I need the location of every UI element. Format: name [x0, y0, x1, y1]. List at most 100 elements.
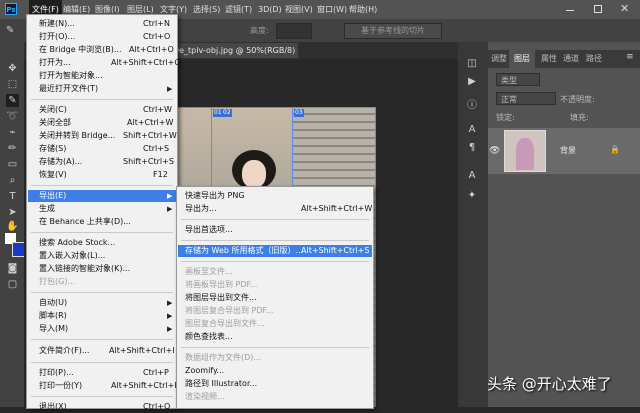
menu-item-color-lookup-tables[interactable]: 颜色查找表...: [185, 331, 233, 343]
slice-tool-icon[interactable]: ✎: [6, 25, 14, 36]
opacity-label: 不透明度:: [560, 95, 595, 104]
slices-from-guides-button[interactable]: 基于参考线的切片: [344, 23, 442, 39]
height-input[interactable]: [276, 23, 312, 39]
submenu-arrow-icon: ▶: [167, 192, 173, 200]
menu-item-export[interactable]: 导出(E): [28, 190, 176, 202]
shortcut: Ctrl+Q: [143, 402, 171, 411]
menu-item-recent-files[interactable]: 最近打开文件(T): [39, 83, 98, 95]
document-tab[interactable]: 0e_tplv-obj.jpg @ 50%(RGB/8) *: [170, 43, 298, 58]
tab-paths[interactable]: 路径: [586, 50, 602, 68]
menu-item-save-for-web[interactable]: 存储为 Web 所用格式（旧版）...: [185, 245, 304, 257]
lasso-tool-icon[interactable]: ➰: [6, 110, 19, 123]
menu-item-render-video: 渲染视频...: [185, 392, 225, 401]
tab-layers[interactable]: 图层: [509, 50, 535, 68]
menu-item-export-preferences[interactable]: 导出首选项...: [185, 224, 233, 236]
menu-item-close-all[interactable]: 关闭全部: [39, 117, 71, 129]
history-icon[interactable]: ◫: [466, 58, 478, 70]
minimize-icon[interactable]: [566, 10, 574, 11]
separator: [181, 347, 369, 348]
shortcut: Ctrl+O: [143, 32, 171, 41]
tab-adjustments[interactable]: 调整: [491, 50, 507, 68]
hand-tool-icon[interactable]: ✋: [6, 220, 19, 233]
slice-tool-icon[interactable]: ✎: [6, 94, 19, 107]
screen-mode-icon[interactable]: ▢: [6, 278, 19, 291]
paragraph-icon[interactable]: ¶: [466, 142, 478, 154]
eyedropper-tool-icon[interactable]: ⌁: [6, 126, 19, 139]
path-tool-icon[interactable]: ➤: [6, 206, 19, 219]
submenu-arrow-icon: ▶: [167, 205, 173, 213]
menu-item-new[interactable]: 新建(N)...: [39, 18, 75, 30]
menu-item-paths-to-illustrator[interactable]: 路径到 Illustrator...: [185, 378, 257, 390]
menu-item-browse-bridge[interactable]: 在 Bridge 中浏览(B)...: [39, 44, 122, 56]
play-icon[interactable]: ▶: [466, 76, 478, 88]
file-menu: 新建(N)... Ctrl+N 打开(O)... Ctrl+O 在 Bridge…: [26, 14, 181, 411]
slice-tag[interactable]: 02: [222, 109, 232, 117]
menu-item-close-to-bridge[interactable]: 关闭并转到 Bridge...: [39, 130, 115, 142]
menu-item-place-embedded[interactable]: 置入嵌入对象(L)...: [39, 250, 105, 262]
glyph-icon[interactable]: A: [466, 170, 478, 182]
menu-item-quick-export-png[interactable]: 快速导出为 PNG: [185, 190, 245, 202]
type-tool-icon[interactable]: T: [6, 190, 19, 203]
menu-item-print[interactable]: 打印(P)...: [39, 367, 74, 379]
maximize-icon[interactable]: [594, 5, 602, 13]
slice-line-3: [375, 107, 376, 407]
menu-item-save-as[interactable]: 存储为(A)...: [39, 156, 82, 168]
blend-mode-select[interactable]: 正常: [496, 92, 556, 105]
layer-name[interactable]: 背景: [560, 145, 576, 156]
menu-item-exit[interactable]: 退出(X): [39, 401, 67, 413]
menu-item-share-behance[interactable]: 在 Behance 上共享(D)...: [39, 216, 131, 228]
menu-window[interactable]: 窗口(W): [317, 0, 347, 19]
menu-3d[interactable]: 3D(D): [258, 0, 282, 19]
menu-item-scripts[interactable]: 脚本(R): [39, 310, 67, 322]
menu-view[interactable]: 视图(V): [285, 0, 313, 19]
menu-item-open-smart-object[interactable]: 打开为智能对象...: [39, 70, 103, 82]
move-tool-icon[interactable]: ✥: [6, 62, 19, 75]
menu-item-revert[interactable]: 恢复(V): [39, 169, 67, 181]
menu-item-generate[interactable]: 生成: [39, 203, 55, 215]
slice-line-top: [176, 107, 376, 108]
close-icon[interactable]: ✕: [620, 2, 629, 15]
submenu-arrow-icon: ▶: [167, 312, 173, 320]
menu-item-save[interactable]: 存储(S): [39, 143, 66, 155]
quick-mask-icon[interactable]: ◙: [6, 262, 19, 275]
lock-icon: 🔒: [610, 145, 620, 154]
menu-item-zoomify[interactable]: Zoomify...: [185, 365, 224, 377]
menu-item-open-as[interactable]: 打开为...: [39, 57, 71, 69]
slice-tag[interactable]: 03: [294, 109, 304, 117]
menu-item-layers-to-files[interactable]: 将图层导出到文件...: [185, 292, 257, 304]
brush-tool-icon[interactable]: ✏: [6, 142, 19, 155]
menu-filter[interactable]: 滤镜(T): [225, 0, 252, 19]
character-icon[interactable]: A: [466, 124, 478, 136]
brush-settings-icon[interactable]: ✦: [466, 190, 478, 202]
eraser-tool-icon[interactable]: ▭: [6, 158, 19, 171]
menu-item-file-info[interactable]: 文件简介(F)...: [39, 345, 89, 357]
menu-item-place-linked[interactable]: 置入链接的智能对象(K)...: [39, 263, 130, 275]
menu-item-print-one-copy[interactable]: 打印一份(Y): [39, 380, 82, 392]
shortcut: Ctrl+P: [143, 368, 169, 377]
tab-properties[interactable]: 属性: [541, 50, 557, 68]
panel-menu-icon[interactable]: ≡: [626, 52, 634, 62]
shortcut: Alt+Shift+Ctrl+W: [301, 204, 373, 213]
shortcut: Shift+Ctrl+S: [123, 157, 174, 166]
menu-item-automate[interactable]: 自动(U): [39, 297, 67, 309]
panel-icon-strip: [458, 42, 488, 407]
separator: [31, 99, 173, 100]
watermark-text: 头条 @开心太难了: [487, 375, 612, 393]
menu-item-close[interactable]: 关闭(C): [39, 104, 67, 116]
zoom-tool-icon[interactable]: ⌕: [6, 174, 19, 187]
layer-filter-kind[interactable]: 类型: [496, 73, 540, 86]
shortcut: F12: [153, 170, 168, 179]
menu-item-open[interactable]: 打开(O)...: [39, 31, 75, 43]
separator: [31, 292, 173, 293]
menu-item-import[interactable]: 导入(M): [39, 323, 68, 335]
menu-item-export-as[interactable]: 导出为...: [185, 203, 217, 215]
shortcut: Alt+Shift+Ctrl+O: [111, 58, 181, 67]
tab-channels[interactable]: 通道: [563, 50, 579, 68]
visibility-eye-icon[interactable]: 👁: [489, 146, 500, 156]
info-icon[interactable]: ⓘ: [466, 100, 478, 112]
menu-help[interactable]: 帮助(H): [349, 0, 377, 19]
marquee-tool-icon[interactable]: ⬚: [6, 78, 19, 91]
image-figure-face: [242, 160, 266, 188]
menu-item-search-stock[interactable]: 搜索 Adobe Stock...: [39, 237, 115, 249]
menu-select[interactable]: 选择(S): [193, 0, 220, 19]
